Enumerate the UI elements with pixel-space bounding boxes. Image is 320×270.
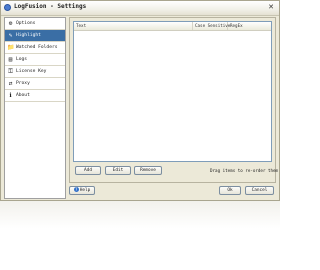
folder-icon: 📁 bbox=[7, 44, 15, 51]
sidebar-item-logs[interactable]: ▤ Logs bbox=[5, 54, 65, 66]
app-icon bbox=[4, 4, 11, 11]
sidebar-item-label: License Key bbox=[16, 69, 47, 74]
table-header: Text Case Sensitive RegEx bbox=[74, 22, 271, 31]
highlight-panel: Text Case Sensitive RegEx Add Edit Remov… bbox=[69, 17, 279, 183]
edit-button[interactable]: Edit bbox=[105, 166, 131, 175]
title-bar[interactable]: LogFusion - Settings ✕ bbox=[1, 1, 279, 16]
settings-sidebar: ⚙ Options ✎ Highlight 📁 Watched Folders … bbox=[4, 17, 66, 199]
sidebar-item-proxy[interactable]: ⇄ Proxy bbox=[5, 78, 65, 90]
highlight-rules-table[interactable]: Text Case Sensitive RegEx bbox=[73, 21, 272, 162]
help-button[interactable]: ? Help bbox=[69, 186, 95, 195]
sidebar-item-label: Options bbox=[16, 21, 36, 26]
column-header-text[interactable]: Text bbox=[74, 22, 193, 30]
sidebar-item-watched-folders[interactable]: 📁 Watched Folders bbox=[5, 42, 65, 54]
sidebar-item-options[interactable]: ⚙ Options bbox=[5, 18, 65, 30]
sidebar-item-label: Watched Folders bbox=[16, 45, 58, 50]
ok-button[interactable]: Ok bbox=[219, 186, 241, 195]
sidebar-item-label: Highlight bbox=[16, 33, 41, 38]
sidebar-item-highlight[interactable]: ✎ Highlight bbox=[5, 30, 65, 42]
highlight-icon: ✎ bbox=[8, 32, 13, 39]
help-label: Help bbox=[79, 188, 91, 193]
close-button[interactable]: ✕ bbox=[266, 3, 276, 12]
proxy-icon: ⇄ bbox=[8, 80, 13, 87]
remove-button[interactable]: Remove bbox=[134, 166, 162, 175]
sidebar-item-label: Proxy bbox=[16, 81, 30, 86]
settings-window: LogFusion - Settings ✕ ⚙ Options ✎ Highl… bbox=[0, 0, 280, 201]
reorder-hint: Drag items to re-order them bbox=[210, 168, 279, 173]
sidebar-item-label: About bbox=[16, 93, 30, 98]
key-icon: ⚿ bbox=[8, 68, 13, 75]
column-header-regex[interactable]: RegEx bbox=[228, 22, 271, 30]
sidebar-item-about[interactable]: ℹ About bbox=[5, 90, 65, 102]
window-title: LogFusion - Settings bbox=[14, 3, 87, 10]
sidebar-item-license-key[interactable]: ⚿ License Key bbox=[5, 66, 65, 78]
logs-icon: ▤ bbox=[8, 56, 13, 63]
about-icon: ℹ bbox=[9, 92, 12, 99]
add-button[interactable]: Add bbox=[75, 166, 101, 175]
window-reflection bbox=[0, 201, 280, 270]
help-icon: ? bbox=[73, 187, 79, 192]
sidebar-item-label: Logs bbox=[16, 57, 28, 62]
options-icon: ⚙ bbox=[8, 20, 13, 27]
column-header-case-sensitive[interactable]: Case Sensitive bbox=[193, 22, 230, 30]
cancel-button[interactable]: Cancel bbox=[245, 186, 274, 195]
